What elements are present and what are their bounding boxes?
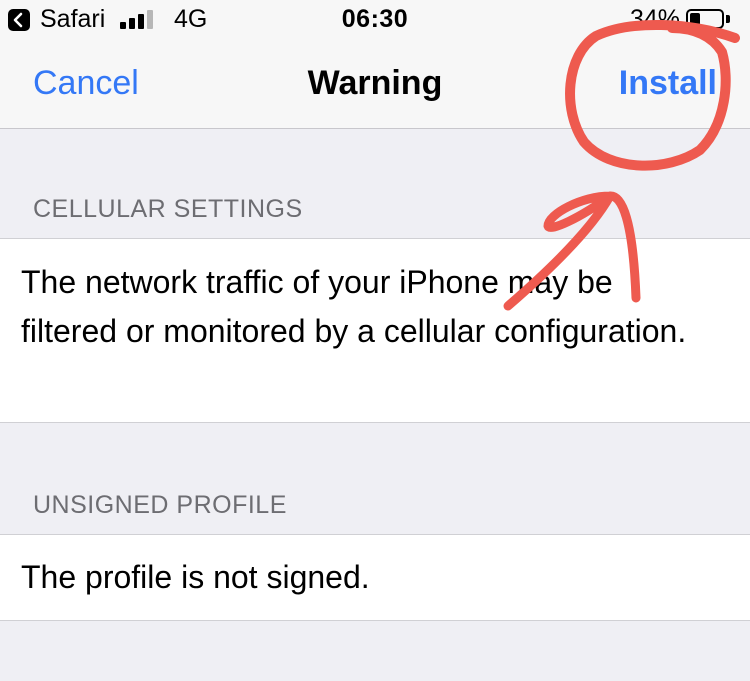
cellular-warning-text: The network traffic of your iPhone may b… [21, 264, 687, 349]
battery-tip [726, 15, 730, 23]
battery-icon [686, 9, 724, 29]
battery-level-fill [690, 13, 700, 25]
battery-percent: 34% [630, 5, 681, 33]
navigation-bar: Cancel Warning Install [0, 40, 750, 129]
cellular-warning-cell: The network traffic of your iPhone may b… [0, 238, 750, 423]
install-button[interactable]: Install [619, 63, 717, 103]
status-bar: Safari 4G 06:30 34% [0, 0, 750, 40]
unsigned-profile-text: The profile is not signed. [21, 559, 370, 595]
unsigned-profile-cell: The profile is not signed. [0, 534, 750, 621]
section-header-cellular-settings: CELLULAR SETTINGS [33, 195, 303, 223]
section-header-unsigned-profile: UNSIGNED PROFILE [33, 491, 287, 519]
